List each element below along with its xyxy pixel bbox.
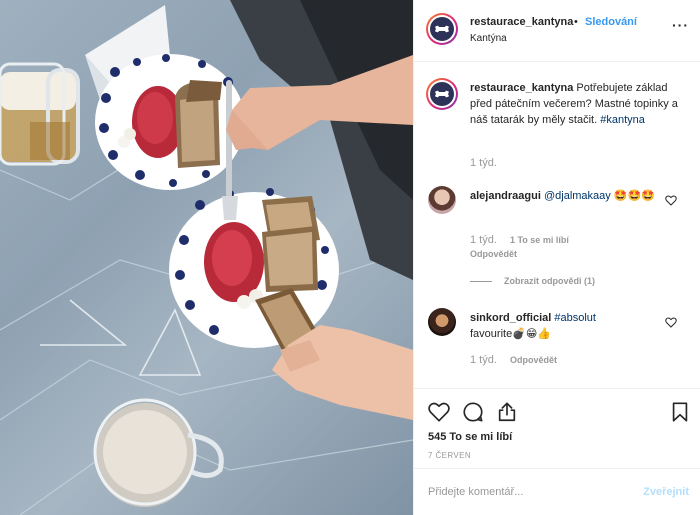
comment-timestamp[interactable]: 1 týd. — [470, 234, 497, 246]
post-header: restaurace_kantyna • Sledování Kantýna ·… — [414, 0, 700, 62]
comment-avatar[interactable] — [428, 308, 456, 336]
comment-likes[interactable]: 1 To se mi líbí — [510, 235, 569, 245]
comment-meta: 1 týd. Odpovědět — [470, 354, 567, 366]
bookmark-icon[interactable] — [669, 401, 691, 423]
author-avatar[interactable] — [426, 13, 458, 45]
comment-mention[interactable]: @djalmakaay — [544, 190, 611, 202]
post-photo[interactable] — [0, 0, 413, 515]
post-comment-button[interactable]: Zveřejnit — [643, 486, 689, 498]
share-icon[interactable] — [496, 401, 518, 423]
post-actions: 545 To se mi líbí 7 červen — [414, 388, 700, 468]
comment-username[interactable]: sinkord_official — [470, 312, 551, 324]
bone-logo-icon — [435, 25, 449, 33]
comment-username[interactable]: alejandraagui — [470, 190, 541, 202]
instagram-post: restaurace_kantyna • Sledování Kantýna ·… — [0, 0, 700, 515]
comment-hashtag[interactable]: #absolut — [554, 312, 596, 324]
likes-count[interactable]: 545 To se mi líbí — [428, 431, 512, 443]
caption-hashtag[interactable]: #kantyna — [600, 114, 645, 126]
header-separator: • — [574, 16, 578, 28]
food-photo-illustration — [0, 0, 413, 515]
bone-logo-icon — [435, 90, 449, 98]
like-comment-heart-icon[interactable] — [665, 317, 677, 328]
comment-emoji: 🤩🤩🤩 — [613, 190, 655, 202]
reply-button[interactable]: Odpovědět — [470, 249, 517, 259]
view-replies-button[interactable]: Zobrazit odpovědi (1) — [470, 276, 670, 286]
comment-body: favourite💣😁👍 — [470, 328, 552, 340]
comment-meta: 1 týd. 1 To se mi líbí — [470, 234, 579, 246]
like-heart-icon[interactable] — [428, 401, 450, 423]
post-date[interactable]: 7 červen — [428, 451, 471, 460]
more-options-icon[interactable]: ··· — [672, 17, 689, 33]
comments-list[interactable]: restaurace_kantyna Potřebujete základ př… — [414, 62, 700, 388]
view-replies-label: Zobrazit odpovědi (1) — [504, 276, 595, 286]
caption-timestamp[interactable]: 1 týd. — [470, 157, 497, 169]
caption-avatar[interactable] — [426, 78, 458, 110]
add-comment-bar: Zveřejnit — [414, 468, 700, 515]
comment-timestamp[interactable]: 1 týd. — [470, 354, 497, 366]
caption-username[interactable]: restaurace_kantyna — [470, 82, 573, 94]
comment-avatar[interactable] — [428, 186, 456, 214]
post-caption: restaurace_kantyna Potřebujete základ př… — [470, 80, 690, 128]
post-side-panel: restaurace_kantyna • Sledování Kantýna ·… — [413, 0, 700, 515]
following-button[interactable]: Sledování — [585, 16, 637, 28]
comment-text: sinkord_official #absolut favourite💣😁👍 — [470, 310, 660, 342]
comment-bubble-icon[interactable] — [462, 401, 484, 423]
comment-input[interactable] — [428, 484, 618, 500]
post-location[interactable]: Kantýna — [470, 33, 507, 44]
author-username[interactable]: restaurace_kantyna — [470, 16, 573, 28]
like-comment-heart-icon[interactable] — [665, 195, 677, 206]
comment-text: alejandraagui @djalmakaay 🤩🤩🤩 — [470, 188, 660, 204]
reply-button[interactable]: Odpovědět — [510, 355, 557, 365]
view-replies-line — [470, 281, 492, 283]
